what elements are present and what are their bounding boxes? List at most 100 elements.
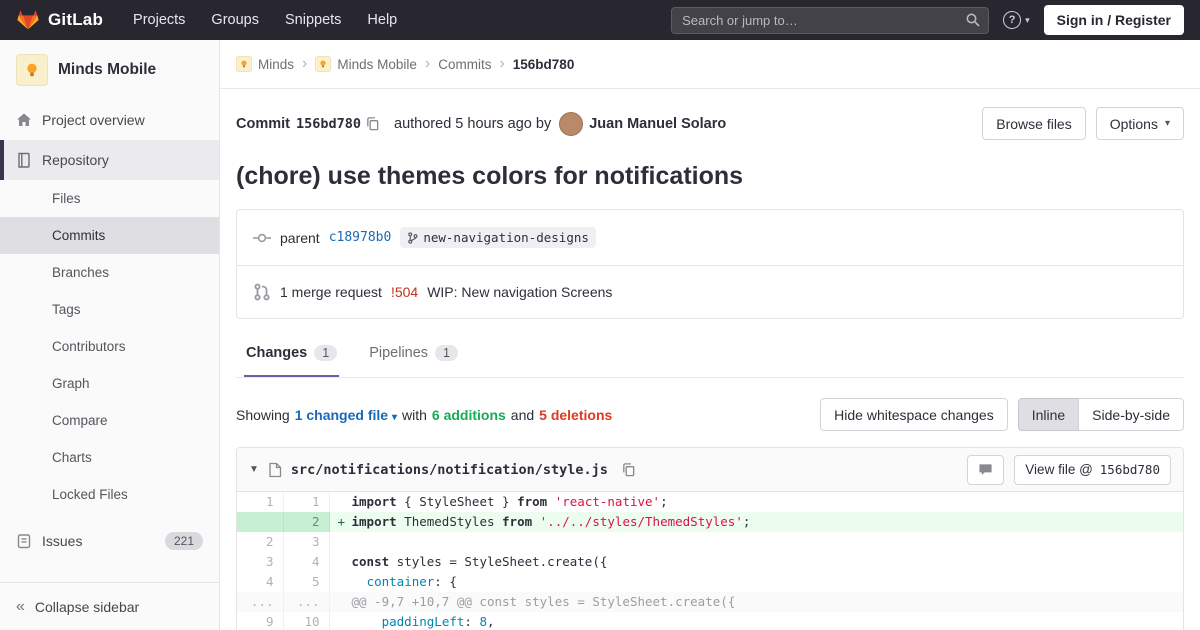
collapse-diff-icon[interactable]: ▼ xyxy=(249,464,259,475)
side-by-side-view-button[interactable]: Side-by-side xyxy=(1078,398,1184,431)
sidebar-item-branches[interactable]: Branches xyxy=(0,254,219,291)
options-dropdown-button[interactable]: Options ▾ xyxy=(1095,107,1184,140)
author-avatar[interactable] xyxy=(559,111,584,136)
old-line-number[interactable]: 2 xyxy=(237,532,284,552)
issues-icon xyxy=(16,533,32,549)
old-line-number[interactable] xyxy=(237,512,284,532)
commit-tabs: Changes 1 Pipelines 1 xyxy=(236,331,1184,378)
nav-item-snippets[interactable]: Snippets xyxy=(285,12,341,28)
sidebar-item-label: Project overview xyxy=(42,112,145,128)
additions-count: 6 additions xyxy=(431,406,506,423)
copy-path-button[interactable] xyxy=(617,462,640,477)
mr-reference-link[interactable]: !504 xyxy=(391,284,418,300)
question-icon: ? xyxy=(1003,11,1022,29)
commit-meta-row: Commit 156bd780 authored 5 hours ago by … xyxy=(236,107,1184,140)
code-cell: @@ -9,7 +10,7 @@ const styles = StyleShe… xyxy=(329,592,1183,612)
diff-view-toggle: Inline Side-by-side xyxy=(1017,398,1184,431)
mr-count-text: 1 merge request xyxy=(280,284,382,300)
project-header[interactable]: Minds Mobile xyxy=(0,40,219,100)
sidebar-item-commits[interactable]: Commits xyxy=(0,217,219,254)
search-icon[interactable] xyxy=(965,12,981,28)
old-line-number[interactable]: ... xyxy=(237,592,284,612)
diff-line: 2 + import ThemedStyles from '../../styles… xyxy=(237,512,1183,532)
view-file-button[interactable]: View file @ 156bd780 xyxy=(1014,454,1171,485)
sidebar-item-issues[interactable]: Issues 221 xyxy=(0,521,219,561)
copy-icon xyxy=(365,116,380,131)
old-line-number[interactable]: 1 xyxy=(237,492,284,512)
breadcrumb-commits[interactable]: Commits xyxy=(438,57,491,72)
branch-ref-pill[interactable]: new-navigation-designs xyxy=(400,227,596,248)
inline-view-button[interactable]: Inline xyxy=(1017,398,1080,431)
with-label: with xyxy=(401,406,427,423)
diff-line: 9 10 paddingLeft: 8, xyxy=(237,612,1183,630)
sidebar-item-repository[interactable]: Repository xyxy=(0,140,219,180)
view-file-sha: 156bd780 xyxy=(1099,462,1160,477)
code-cell xyxy=(329,532,1183,552)
top-navbar: GitLab Projects Groups Snippets Help ? ▾… xyxy=(0,0,1200,40)
code-cell: + import ThemedStyles from '../../styles/… xyxy=(329,512,1183,532)
breadcrumb-project[interactable]: Minds Mobile xyxy=(315,56,417,72)
sidebar-item-charts[interactable]: Charts xyxy=(0,439,219,476)
search-input[interactable] xyxy=(671,6,990,34)
new-line-number[interactable]: 4 xyxy=(283,552,330,572)
comment-button[interactable] xyxy=(967,454,1005,485)
code-cell: const styles = StyleSheet.create({ xyxy=(351,554,608,569)
sidebar-item-tags[interactable]: Tags xyxy=(0,291,219,328)
changed-files-dropdown[interactable]: 1 changed file ▾ xyxy=(295,407,397,423)
diff-line: 23 xyxy=(237,532,1183,552)
author-name[interactable]: Juan Manuel Solaro xyxy=(589,116,726,132)
sidebar-item-compare[interactable]: Compare xyxy=(0,402,219,439)
tanuki-icon xyxy=(16,8,40,32)
sidebar-item-project-overview[interactable]: Project overview xyxy=(0,100,219,140)
project-avatar xyxy=(315,56,332,72)
and-label: and xyxy=(510,406,535,423)
main-content: Minds › Minds Mobile › Commits › 156bd78… xyxy=(220,40,1200,630)
old-line-number[interactable]: 9 xyxy=(237,612,284,630)
help-dropdown[interactable]: ? ▾ xyxy=(1003,11,1030,29)
pipelines-count-badge: 1 xyxy=(435,345,458,361)
breadcrumb-separator-icon: › xyxy=(302,55,308,72)
diff-table-body: 1 1 import { StyleSheet } from 'react-nati… xyxy=(237,492,1183,630)
sidebar-item-files[interactable]: Files xyxy=(0,180,219,217)
diff-file-card: ▼ src/notifications/notification/style.j… xyxy=(236,447,1184,630)
copy-icon xyxy=(621,462,636,477)
new-line-number[interactable]: 3 xyxy=(283,532,330,552)
breadcrumb-commit-sha: 156bd780 xyxy=(512,56,575,72)
breadcrumb: Minds › Minds Mobile › Commits › 156bd78… xyxy=(220,40,1200,89)
sidebar-item-locked-files[interactable]: Locked Files xyxy=(0,476,219,513)
new-line-number[interactable]: 10 xyxy=(283,612,330,630)
home-icon xyxy=(16,112,32,128)
tab-changes[interactable]: Changes 1 xyxy=(244,331,340,377)
logo-wordmark: GitLab xyxy=(48,10,104,29)
parent-sha-link[interactable]: c18978b0 xyxy=(329,230,392,245)
search-box xyxy=(671,6,990,34)
old-line-number[interactable]: 3 xyxy=(237,552,284,572)
code-cell: import { StyleSheet } from 'react-native… xyxy=(351,494,668,509)
changes-count-badge: 1 xyxy=(314,345,338,361)
new-line-number[interactable]: 5 xyxy=(283,572,330,592)
old-line-number[interactable]: 4 xyxy=(237,572,284,592)
tab-pipelines[interactable]: Pipelines 1 xyxy=(367,331,460,377)
new-line-number[interactable]: 2 xyxy=(283,512,330,532)
hide-whitespace-button[interactable]: Hide whitespace changes xyxy=(820,398,1008,431)
collapse-icon: « xyxy=(16,597,25,615)
nav-item-help[interactable]: Help xyxy=(367,12,397,28)
browse-files-button[interactable]: Browse files xyxy=(982,107,1086,140)
gitlab-logo[interactable]: GitLab xyxy=(16,8,103,32)
branch-icon xyxy=(407,231,418,244)
new-line-number[interactable]: 1 xyxy=(283,492,330,512)
nav-item-groups[interactable]: Groups xyxy=(211,12,259,28)
sidebar-item-contributors[interactable]: Contributors xyxy=(0,328,219,365)
nav-item-projects[interactable]: Projects xyxy=(133,12,185,28)
breadcrumb-group[interactable]: Minds xyxy=(236,56,294,72)
collapse-sidebar-button[interactable]: « Collapse sidebar xyxy=(0,582,219,630)
diff-file-path[interactable]: src/notifications/notification/style.js xyxy=(291,462,608,478)
sign-in-button[interactable]: Sign in / Register xyxy=(1043,5,1184,35)
copy-sha-button[interactable] xyxy=(361,116,384,131)
branch-name: new-navigation-designs xyxy=(423,230,589,245)
deletions-count: 5 deletions xyxy=(539,406,613,423)
new-line-number[interactable]: ... xyxy=(283,592,330,612)
sidebar-item-graph[interactable]: Graph xyxy=(0,365,219,402)
group-avatar xyxy=(236,56,252,72)
diff-sign: + xyxy=(337,514,346,529)
